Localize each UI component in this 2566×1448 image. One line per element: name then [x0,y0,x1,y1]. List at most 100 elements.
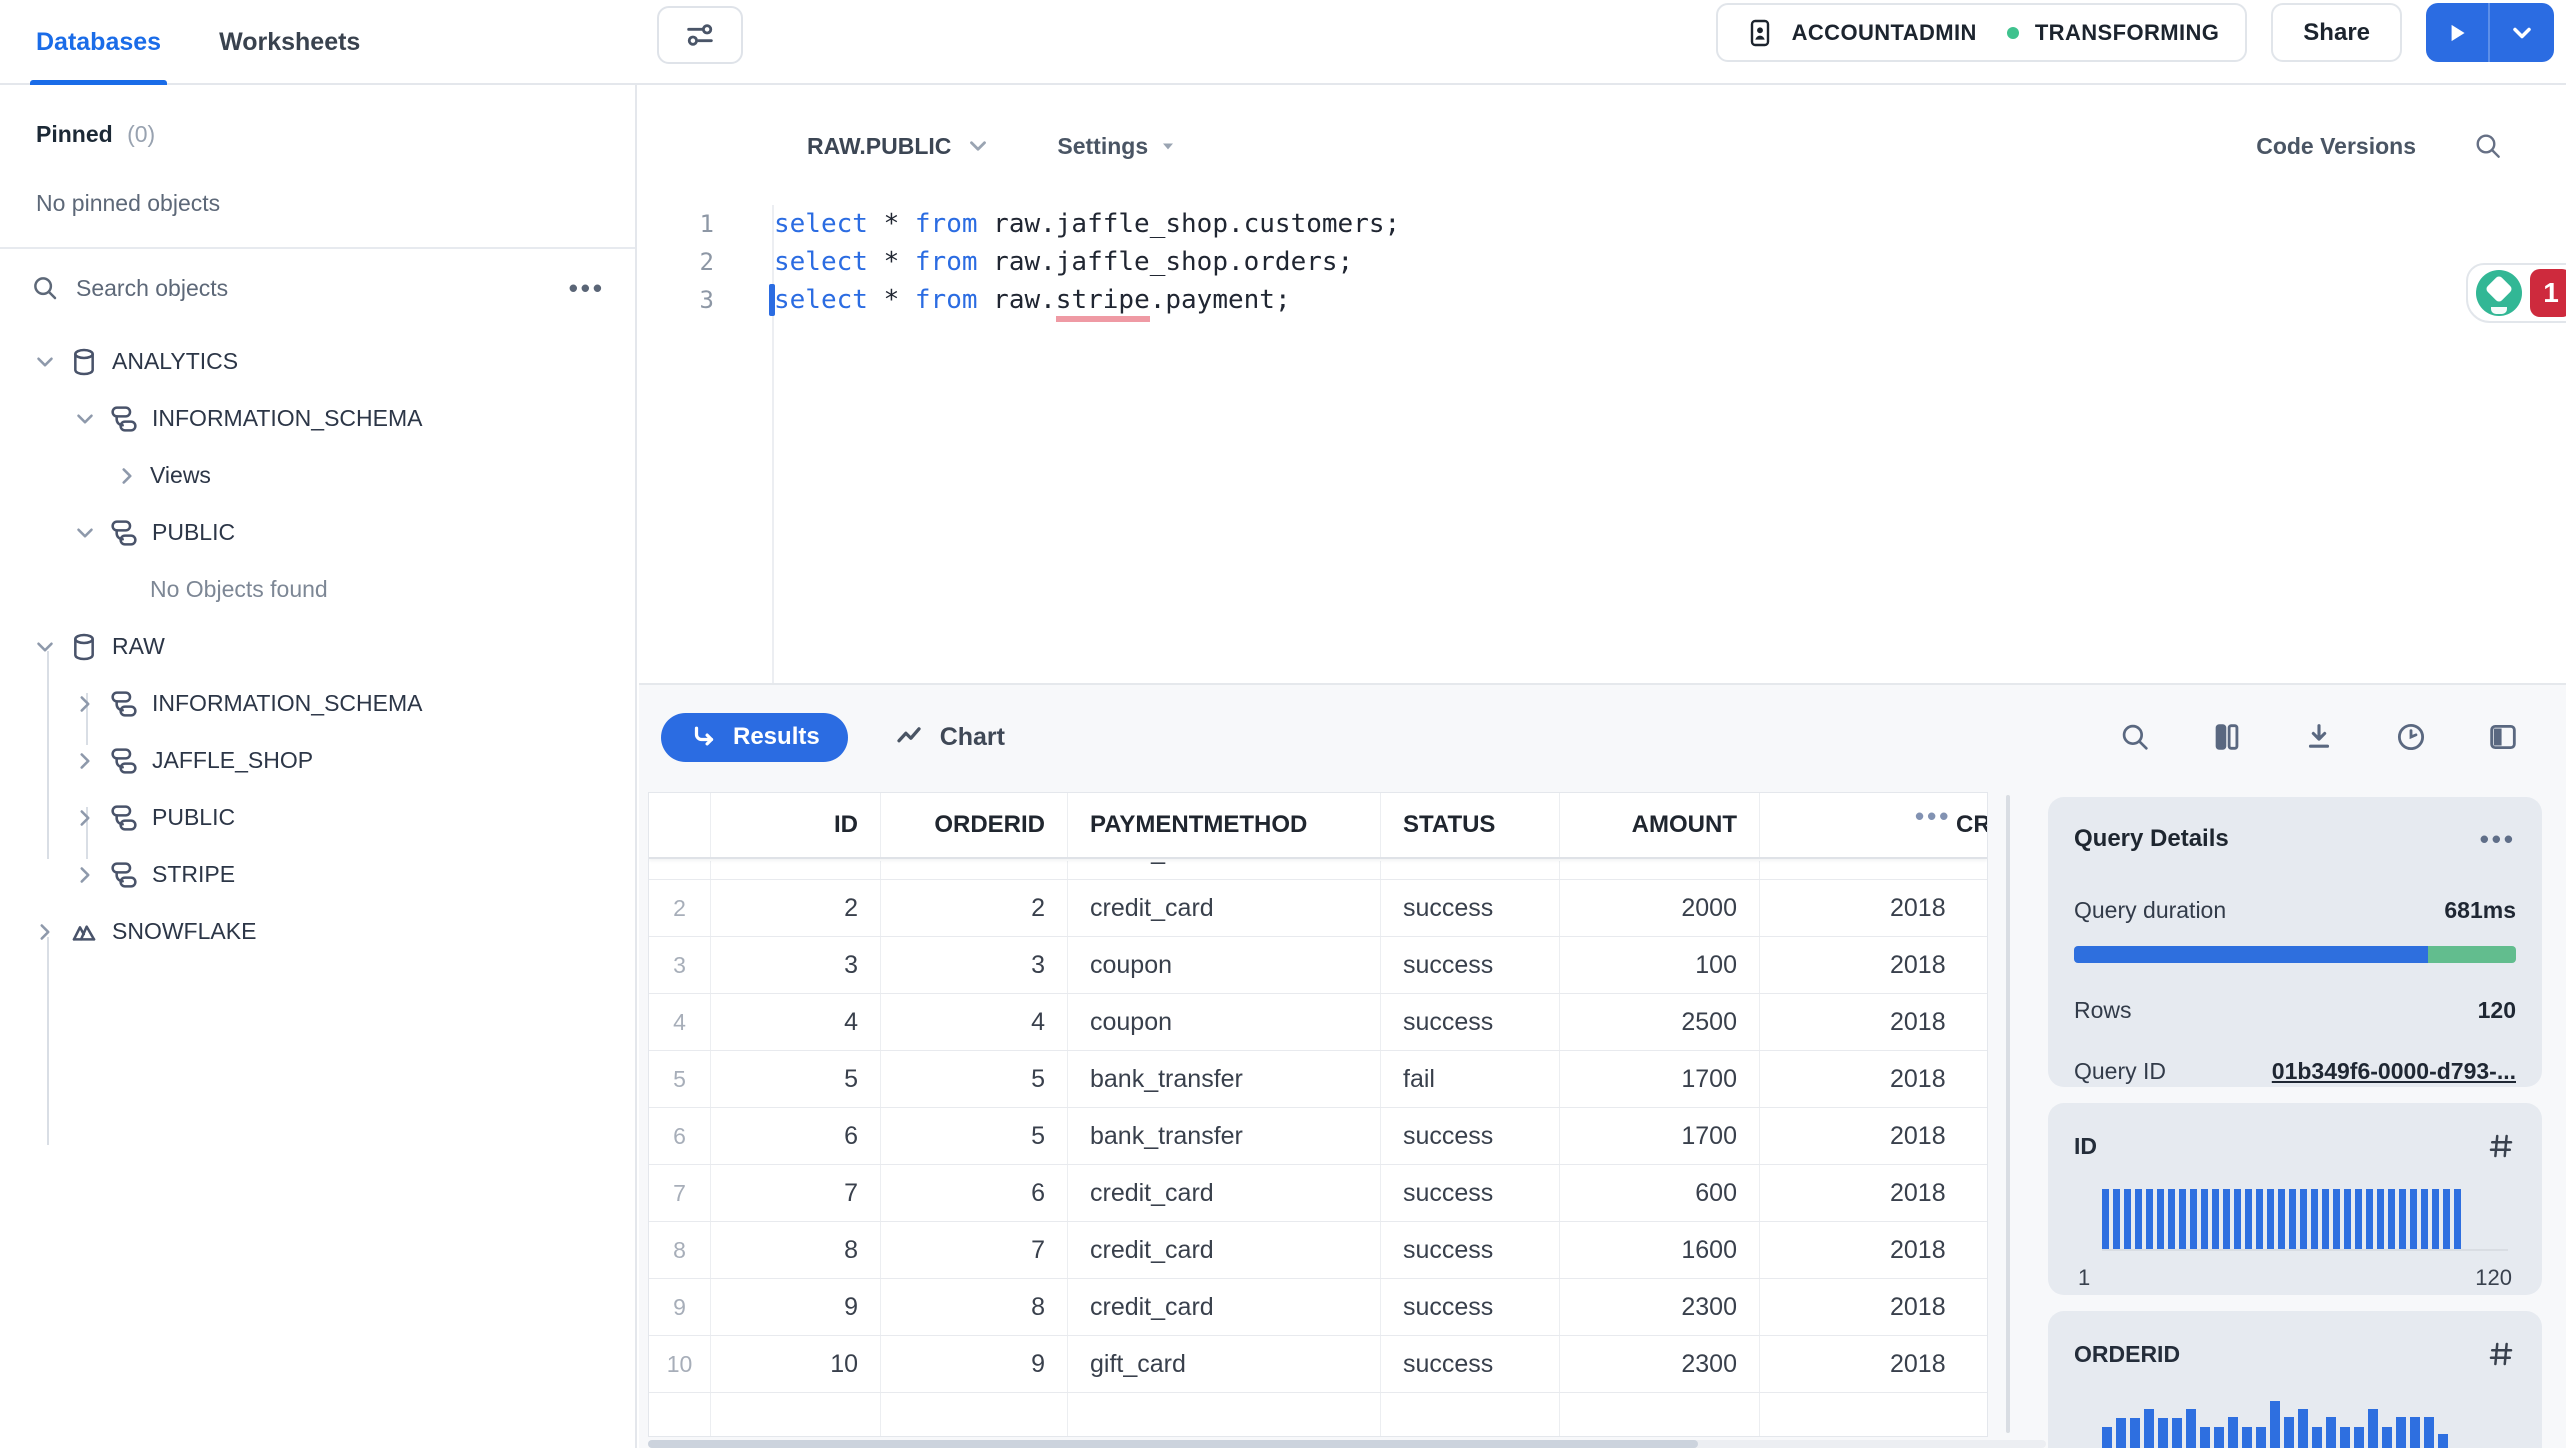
tree-item-jaffle-shop[interactable]: JAFFLE_SHOP [0,732,635,789]
code-line-3[interactable]: 3 select * from raw.stripe.payment; [639,281,2566,322]
tree-item-information-schema[interactable]: INFORMATION_SCHEMA [0,675,635,732]
chevron-down-icon[interactable] [30,349,60,375]
column-header-created[interactable]: CREATED [1760,793,1987,857]
schema-icon [108,745,140,777]
column-header-orderid[interactable]: ORDERID [881,793,1068,857]
session-context-button[interactable]: ACCOUNTADMIN TRANSFORMING [1715,3,2248,62]
table-row[interactable]: 2 2 2 credit_card success 2000 2018 [649,880,1987,937]
code-line-2[interactable]: 2 select * from raw.jaffle_shop.orders; [639,243,2566,281]
tree-item-views[interactable]: Views [0,447,635,504]
table-row[interactable]: 4 4 4 coupon success 2500 2018 [649,994,1987,1051]
query-history-clock-icon[interactable] [2394,720,2428,754]
sql-code-area[interactable]: 1 select * from raw.jaffle_shop.customers… [639,205,2566,683]
copilot-suggestion-widget[interactable]: 1 [2466,263,2566,323]
histogram-bar [2344,1189,2351,1249]
tree-item-label: STRIPE [152,861,236,887]
database-icon [68,631,100,663]
histogram-bar [2311,1189,2318,1249]
cell-status: success [1381,1279,1560,1335]
tree-item-public[interactable]: PUBLIC [0,504,635,561]
column-header-status[interactable]: STATUS [1381,793,1560,857]
cell-status: success [1381,880,1560,936]
pinned-count: (0) [127,121,156,147]
cell-orderid: 5 [881,1051,1068,1107]
line-number: 2 [699,248,714,276]
tree-item-public[interactable]: PUBLIC [0,789,635,846]
chevron-right-icon[interactable] [30,919,60,945]
cell-n: 10 [649,1336,711,1392]
table-row[interactable]: 8 8 7 credit_card success 1600 2018 [649,1222,1987,1279]
table-body-viewport[interactable]: 111credit_cardsuccess10002018222credit_c… [649,861,1987,1436]
share-button[interactable]: Share [2271,3,2402,62]
table-row[interactable]: 111credit_cardsuccess10002018 [649,861,1987,880]
query-details-menu-icon[interactable]: ••• [2480,826,2516,852]
tree-item-stripe[interactable]: STRIPE [0,846,635,903]
chevron-down-icon[interactable] [70,520,100,546]
chevron-right-icon[interactable] [70,748,100,774]
sliders-icon [683,18,717,52]
chart-tab[interactable]: Chart [894,722,1005,752]
histogram-bar [2300,1189,2307,1249]
chevron-down-icon[interactable] [70,406,100,432]
column-header-method[interactable]: PAYMENTMETHOD [1068,793,1381,857]
table-horizontal-scrollbar[interactable] [648,1440,2046,1448]
table-vertical-scrollbar[interactable] [2006,795,2010,1433]
run-button-group [2426,3,2554,62]
table-row[interactable]: 6 6 5 bank_transfer success 1700 2018 [649,1108,1987,1165]
chevron-right-icon[interactable] [70,805,100,831]
search-options-menu-icon[interactable]: ••• [569,275,605,301]
chevron-right-icon[interactable] [112,463,142,489]
chevron-right-icon[interactable] [70,691,100,717]
settings-dropdown[interactable]: Settings [1057,133,1178,160]
chevron-down-icon[interactable] [30,634,60,660]
code-versions-link[interactable]: Code Versions [2256,133,2416,160]
histogram-bar [2102,1189,2109,1249]
object-search[interactable]: Search objects ••• [0,249,635,321]
histogram-bar [2146,1189,2153,1249]
tree-item-analytics[interactable]: ANALYTICS [0,333,635,390]
code-line-1[interactable]: 1 select * from raw.jaffle_shop.customers… [639,205,2566,243]
cell-created: 2018 [1760,1222,1987,1278]
sidebar-tabs: Databases Worksheets [29,0,360,85]
rows-value: 120 [2477,997,2516,1023]
schema-icon [108,802,140,834]
histogram-bar [2158,1418,2168,1448]
table-row[interactable]: 5 5 5 bank_transfer fail 1700 2018 [649,1051,1987,1108]
tree-item-no-objects-found: No Objects found [0,561,635,618]
cell-id: 2 [711,880,881,936]
database-context-selector[interactable]: RAW.PUBLIC [807,133,991,160]
tab-worksheets[interactable]: Worksheets [219,0,360,85]
table-row[interactable]: 3 3 3 coupon success 100 2018 [649,937,1987,994]
table-row[interactable]: 9 9 8 credit_card success 2300 2018 [649,1279,1987,1336]
histogram-bar [2228,1417,2238,1448]
query-id-link[interactable]: 01b349f6-0000-d793-... [2272,1058,2516,1085]
tree-item-information-schema[interactable]: INFORMATION_SCHEMA [0,390,635,447]
editor-search-icon[interactable] [2472,130,2504,162]
tree-item-snowflake[interactable]: SNOWFLAKE [0,903,635,960]
column-header-amount[interactable]: AMOUNT [1560,793,1760,857]
column-menu-icon[interactable]: ••• [1915,803,1951,829]
histogram-bar [2113,1189,2120,1249]
hist-max-label: 120 [2475,1265,2512,1290]
column-header-n[interactable] [649,793,711,857]
results-tab[interactable]: Results [661,712,848,762]
object-explorer-sidebar: Pinned (0) No pinned objects Search obje… [0,85,637,1448]
cell-orderid: 6 [881,1165,1068,1221]
run-button[interactable] [2426,3,2490,62]
columns-icon[interactable] [2210,720,2244,754]
worksheet-config-button[interactable] [657,6,743,64]
run-options-button[interactable] [2490,3,2554,62]
table-row[interactable]: 10 10 9 gift_card success 2300 2018 [649,1336,1987,1393]
chevron-right-icon[interactable] [70,862,100,888]
tree-item-raw[interactable]: RAW [0,618,635,675]
cell-created: 2018 [1760,880,1987,936]
table-row[interactable]: 7 7 6 credit_card success 600 2018 [649,1165,1987,1222]
tab-databases[interactable]: Databases [29,0,168,85]
split-panel-icon[interactable] [2486,720,2520,754]
column-header-id[interactable]: ID [711,793,881,857]
histogram-bar [2298,1409,2308,1448]
download-icon[interactable] [2302,720,2336,754]
search-results-icon[interactable] [2118,720,2152,754]
table-header-row: IDORDERIDPAYMENTMETHODSTATUSAMOUNTCREATE… [649,793,1987,859]
snowsight-worksheet-app: Databases Worksheets ACCOUNTADMIN TRANSF… [0,0,2566,1448]
